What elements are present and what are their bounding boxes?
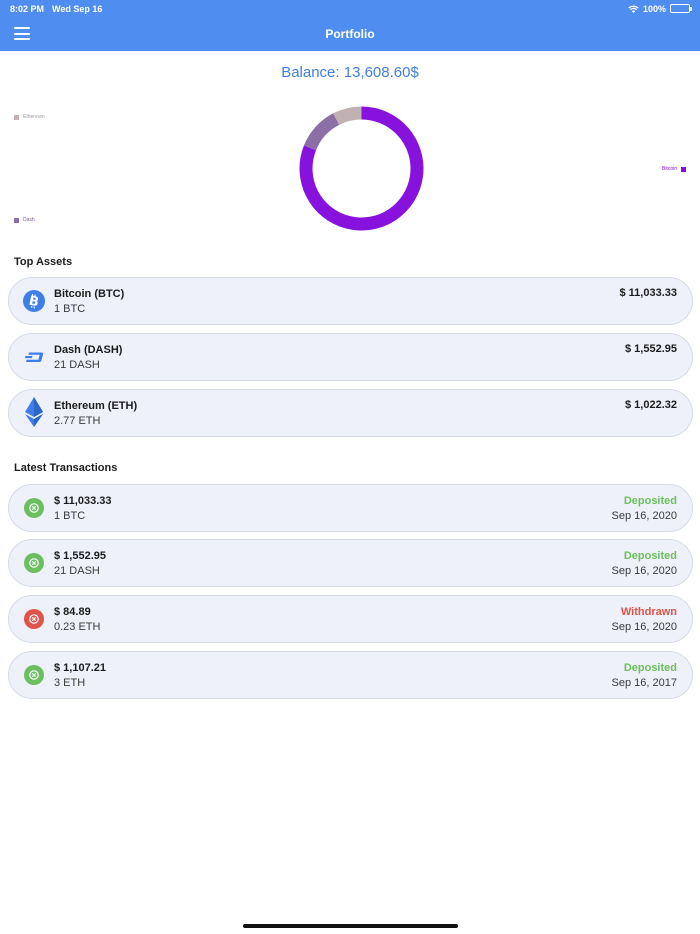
legend-bitcoin: Bitcoin (662, 166, 686, 172)
status-date: Wed Sep 16 (52, 3, 103, 14)
status-bar: 8:02 PM Wed Sep 16 100% (0, 0, 700, 17)
page-title: Portfolio (325, 27, 375, 41)
transaction-status: Deposited (623, 494, 677, 507)
battery-icon (670, 4, 692, 13)
transaction-row[interactable]: $ 1,552.95 21 DASH Deposited Sep 16, 202… (8, 539, 693, 587)
ethereum-icon (23, 397, 45, 427)
transaction-row[interactable]: $ 11,033.33 1 BTC Deposited Sep 16, 2020 (8, 484, 693, 532)
nav-bar: Portfolio (0, 17, 700, 51)
transaction-value: $ 1,107.21 (54, 661, 106, 674)
transaction-amount: 0.23 ETH (54, 620, 101, 633)
home-indicator[interactable] (243, 924, 458, 928)
top-assets-heading: Top Assets (14, 256, 73, 268)
status-right: 100% (628, 3, 692, 14)
asset-amount: 1 BTC (54, 302, 86, 315)
wifi-icon (628, 5, 639, 13)
legend-swatch-dash (14, 217, 19, 223)
transaction-row[interactable]: $ 84.89 0.23 ETH Withdrawn Sep 16, 2020 (8, 595, 693, 643)
transaction-amount: 1 BTC (54, 509, 86, 522)
asset-name: Ethereum (ETH) (54, 399, 138, 412)
asset-card-ethereum[interactable]: Ethereum (ETH) 2.77 ETH $ 1,022.32 (8, 389, 693, 437)
transaction-value: $ 84.89 (54, 605, 91, 618)
legend-dash: Dash (14, 217, 35, 223)
transaction-value: $ 11,033.33 (54, 494, 112, 507)
asset-card-bitcoin[interactable]: B Bitcoin (BTC) 1 BTC $ 11,033.33 (8, 277, 693, 325)
transaction-status: Deposited (623, 661, 677, 674)
transaction-date: Sep 16, 2017 (611, 676, 677, 689)
deposit-status-icon (23, 552, 45, 574)
legend-label-bitcoin: Bitcoin (661, 166, 677, 172)
bitcoin-icon: B (23, 290, 45, 312)
asset-name: Dash (DASH) (54, 343, 123, 356)
transaction-date: Sep 16, 2020 (611, 564, 677, 577)
balance-label: Balance: 13,608.60$ (281, 64, 419, 81)
transaction-status: Withdrawn (620, 605, 677, 618)
latest-transactions-heading: Latest Transactions (14, 462, 118, 474)
transaction-date: Sep 16, 2020 (611, 620, 677, 633)
transaction-amount: 21 DASH (54, 564, 100, 577)
transaction-row[interactable]: $ 1,107.21 3 ETH Deposited Sep 16, 2017 (8, 651, 693, 699)
asset-value: $ 1,022.32 (625, 399, 677, 411)
asset-amount: 21 DASH (54, 358, 100, 371)
battery-percent: 100% (642, 3, 666, 14)
legend-swatch-ethereum (14, 114, 19, 120)
deposit-status-icon (23, 497, 45, 519)
asset-value: $ 11,033.33 (619, 287, 677, 299)
transaction-value: $ 1,552.95 (54, 549, 106, 562)
legend-label-ethereum: Ethereum (23, 114, 45, 120)
asset-value: $ 1,552.95 (625, 343, 677, 355)
dash-icon (23, 346, 45, 368)
transaction-amount: 3 ETH (54, 676, 86, 689)
donut-slice-dash (303, 113, 340, 151)
withdraw-status-icon (23, 608, 45, 630)
legend-ethereum: Ethereum (14, 114, 45, 120)
legend-swatch-bitcoin (681, 166, 686, 172)
deposit-status-icon (23, 664, 45, 686)
legend-label-dash: Dash (23, 217, 35, 223)
asset-name: Bitcoin (BTC) (54, 287, 125, 300)
transaction-status: Deposited (623, 549, 677, 562)
asset-amount: 2.77 ETH (54, 414, 101, 427)
status-time: 8:02 PM (10, 3, 45, 14)
asset-card-dash[interactable]: Dash (DASH) 21 DASH $ 1,552.95 (8, 333, 693, 381)
menu-icon[interactable] (14, 27, 30, 40)
transaction-date: Sep 16, 2020 (611, 509, 677, 522)
portfolio-donut-chart (299, 106, 424, 231)
